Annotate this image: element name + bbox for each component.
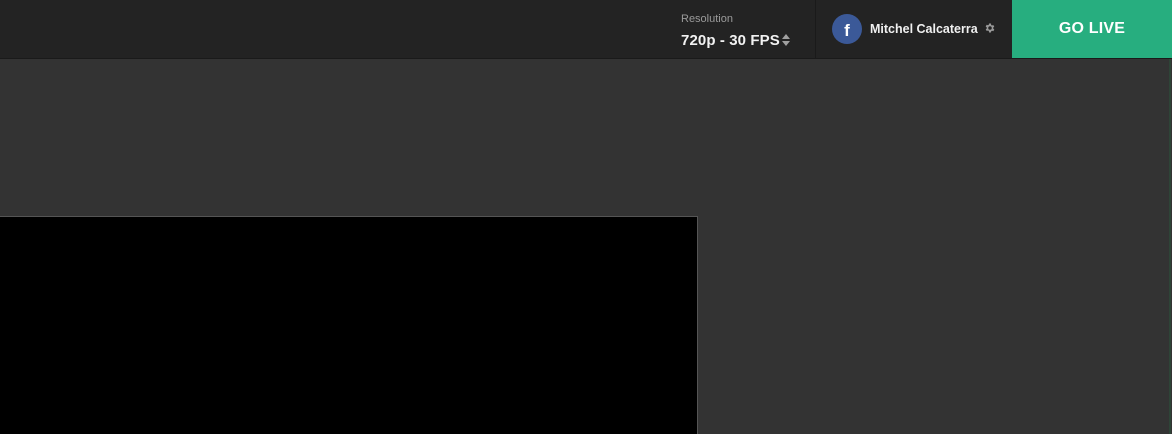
top-toolbar: Resolution 720p - 30 FPS f Mitchel Calca… xyxy=(0,0,1172,59)
facebook-glyph: f xyxy=(844,20,850,40)
facebook-icon: f xyxy=(832,14,862,44)
go-live-button[interactable]: GO LIVE xyxy=(1012,0,1172,58)
resolution-selector[interactable]: Resolution 720p - 30 FPS xyxy=(668,0,814,58)
resolution-label: Resolution xyxy=(681,13,733,25)
account-info: f Mitchel Calcaterra xyxy=(816,0,1012,58)
account-name: Mitchel Calcaterra xyxy=(870,22,978,36)
right-panel-edge xyxy=(1169,59,1171,434)
resolution-value[interactable]: 720p - 30 FPS xyxy=(681,32,780,49)
gear-icon[interactable] xyxy=(984,22,996,34)
video-preview xyxy=(0,216,698,434)
sort-icon[interactable] xyxy=(782,34,790,46)
